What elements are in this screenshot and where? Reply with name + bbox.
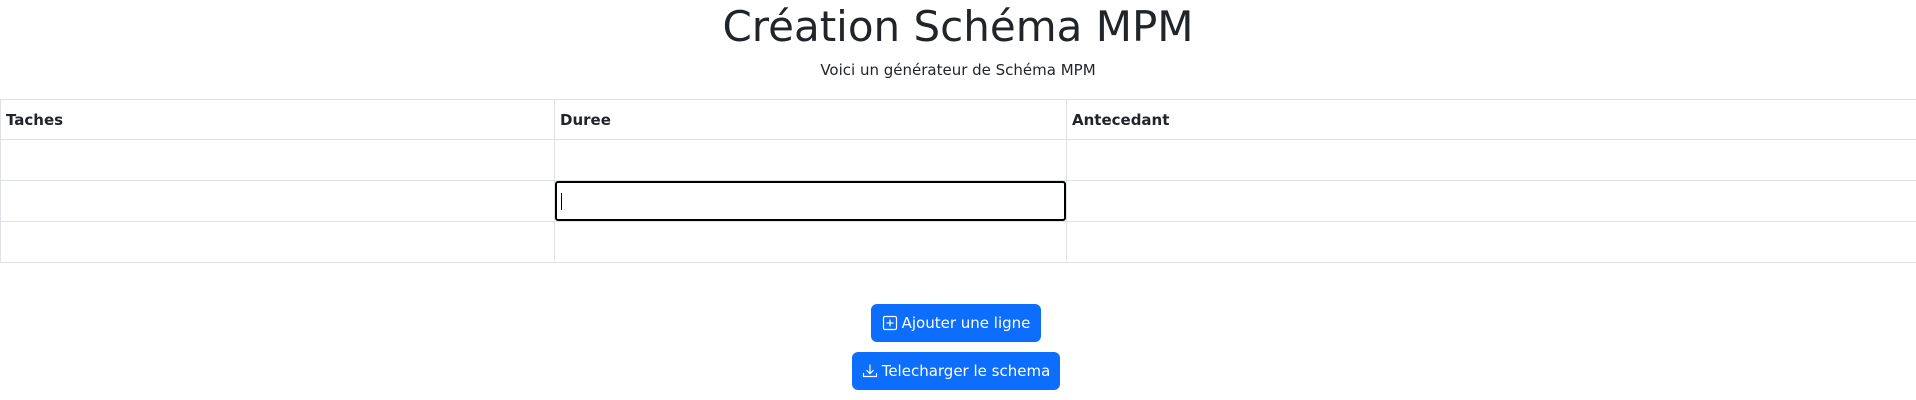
taches-input[interactable] <box>1 222 554 262</box>
table-cell <box>0 180 555 222</box>
taches-input[interactable] <box>1 181 554 221</box>
table-cell <box>0 139 555 181</box>
download-label: Telecharger le schema <box>881 362 1051 380</box>
add-row-button[interactable]: Ajouter une ligne <box>871 304 1041 342</box>
tasks-table: Taches Duree Antecedant <box>0 99 1916 263</box>
page-title: Création Schéma MPM <box>722 2 1194 51</box>
duree-input-focused[interactable] <box>555 181 1066 221</box>
text-caret <box>561 193 562 210</box>
column-header-duree: Duree <box>554 99 1067 140</box>
antecedant-input[interactable] <box>1067 140 1916 180</box>
table-cell <box>1066 139 1916 181</box>
download-icon <box>862 363 878 379</box>
taches-input[interactable] <box>1 140 554 180</box>
table-cell <box>1066 180 1916 222</box>
column-header-antecedant: Antecedant <box>1066 99 1916 140</box>
duree-input[interactable] <box>555 222 1066 262</box>
table-row <box>0 221 1916 263</box>
antecedant-input[interactable] <box>1067 222 1916 262</box>
table-cell <box>554 180 1067 222</box>
plus-square-icon <box>882 315 898 331</box>
add-row-label: Ajouter une ligne <box>901 314 1031 332</box>
table-row <box>0 180 1916 222</box>
table-cell <box>1066 221 1916 263</box>
antecedant-input[interactable] <box>1067 181 1916 221</box>
duree-input[interactable] <box>555 140 1066 180</box>
page-subtitle: Voici un générateur de Schéma MPM <box>820 61 1096 79</box>
table-row <box>0 139 1916 181</box>
table-cell <box>554 221 1067 263</box>
download-schema-button[interactable]: Telecharger le schema <box>852 352 1060 390</box>
page: Création Schéma MPM Voici un générateur … <box>0 0 1916 400</box>
column-header-taches: Taches <box>0 99 555 140</box>
table-header-row: Taches Duree Antecedant <box>0 99 1916 140</box>
table-cell <box>554 139 1067 181</box>
table-cell <box>0 221 555 263</box>
